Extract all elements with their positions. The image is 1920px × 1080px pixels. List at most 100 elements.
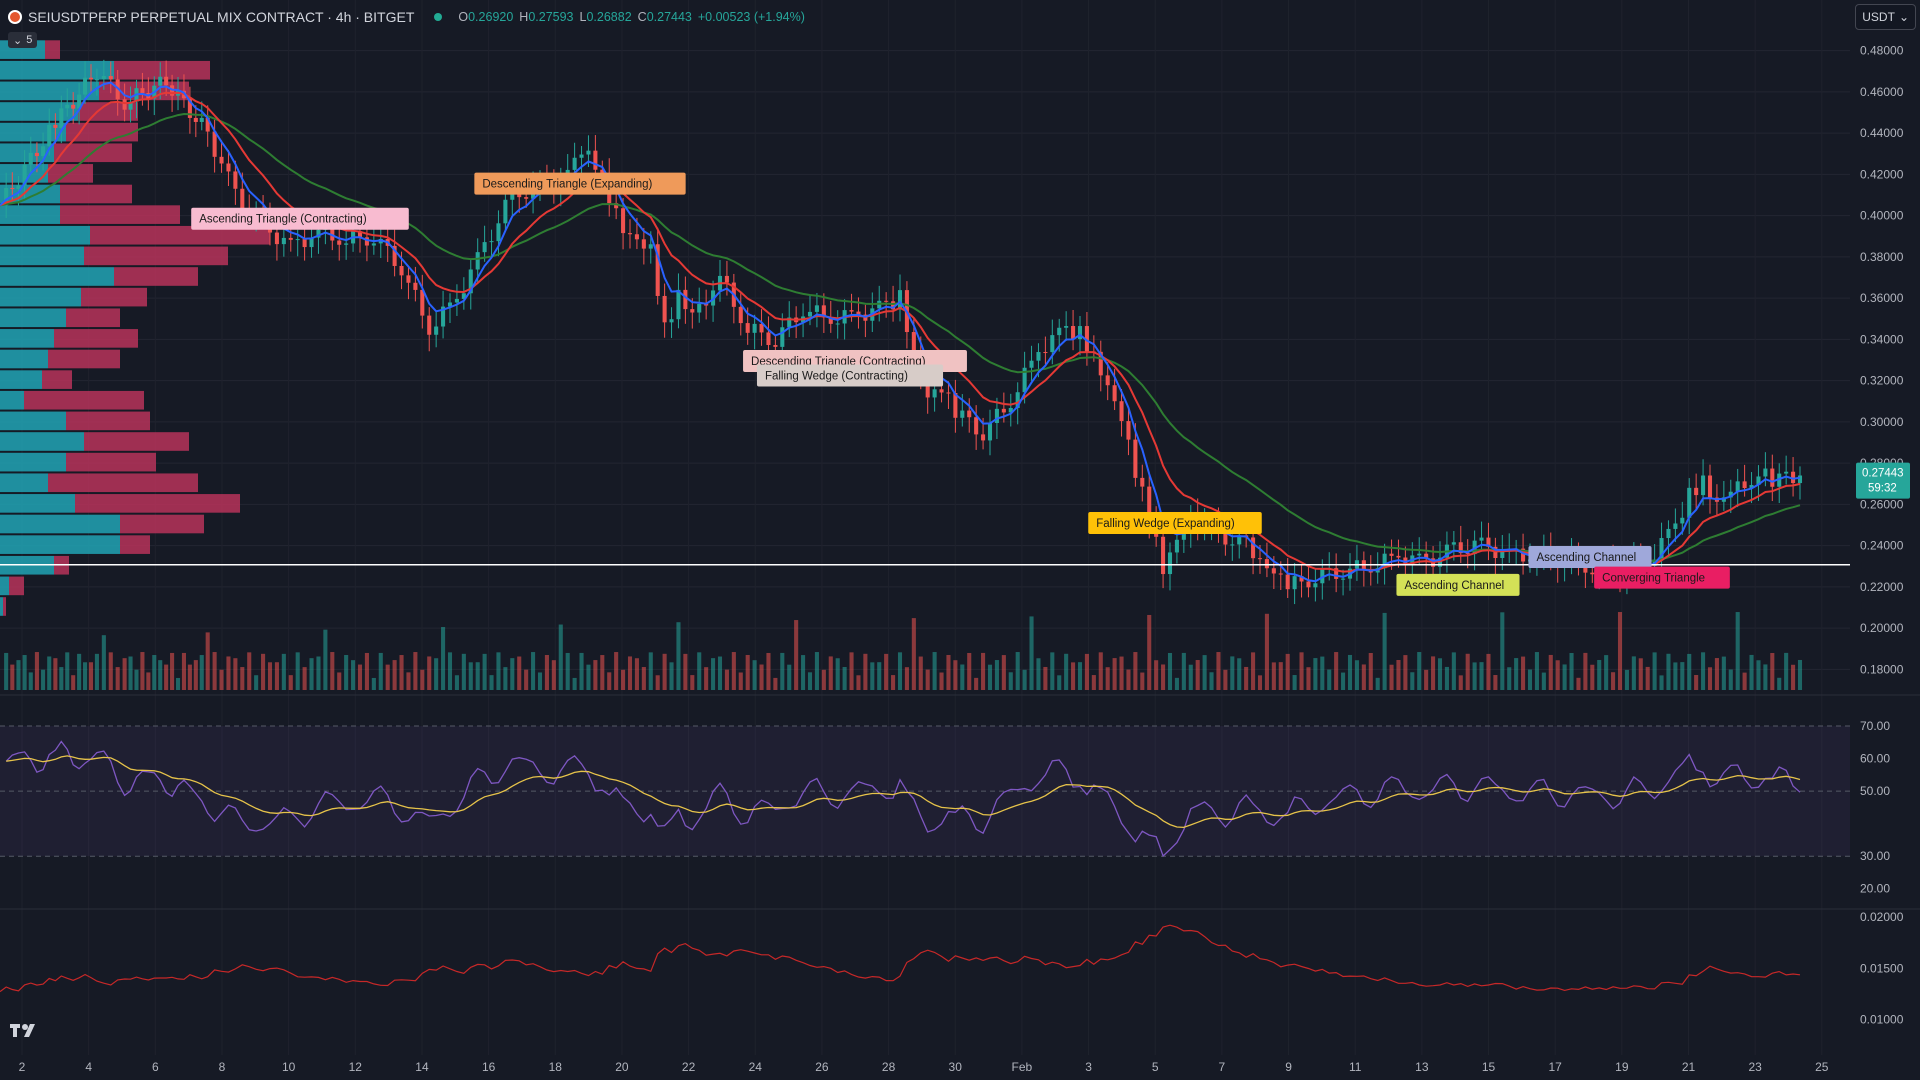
volume-bar xyxy=(181,652,186,690)
indicators-toggle[interactable]: ⌄ 5 xyxy=(8,32,38,48)
bitget-logo-icon xyxy=(8,10,22,24)
time-axis-tick: 23 xyxy=(1748,1060,1762,1074)
candle-body xyxy=(1313,583,1318,588)
volume-bar xyxy=(897,652,903,690)
volume-bar xyxy=(1064,653,1069,690)
currency-selector[interactable]: USDT ⌄ xyxy=(1855,4,1916,30)
candle-body xyxy=(1112,385,1117,402)
volume-bar xyxy=(974,677,979,690)
volume-profile-bar-down xyxy=(120,514,204,534)
pattern-label: Descending Triangle (Expanding) xyxy=(482,179,652,191)
tradingview-logo-icon[interactable] xyxy=(10,1022,44,1038)
candle-body xyxy=(427,315,432,335)
volume-bar xyxy=(1084,653,1089,690)
ema-mid-line xyxy=(0,91,1801,573)
candle-body xyxy=(53,124,58,128)
candle-body xyxy=(71,104,76,109)
volume-bar xyxy=(1472,662,1477,690)
volume-bar xyxy=(88,662,94,690)
volume-profile-bar-up xyxy=(0,205,60,224)
candle-body xyxy=(1292,576,1297,590)
volume-bar xyxy=(1271,662,1276,690)
candle-body xyxy=(337,240,342,245)
volume-bar xyxy=(233,658,238,690)
volume-bar xyxy=(1590,664,1595,690)
time-axis-tick: 18 xyxy=(549,1060,563,1074)
volume-bar xyxy=(1306,667,1311,690)
volume-bar xyxy=(1521,656,1526,690)
last-price-value: 0.27443 xyxy=(1862,468,1904,480)
volume-profile-bar-up xyxy=(0,432,84,451)
volume-bar xyxy=(994,660,999,690)
volume-bar xyxy=(77,653,82,690)
volume-bar xyxy=(1479,662,1484,690)
candle-body xyxy=(274,232,279,245)
volume-bar xyxy=(1112,658,1117,690)
volume-bar xyxy=(794,620,799,690)
candle-body xyxy=(1036,352,1041,361)
candle-body xyxy=(288,237,293,240)
volume-bar xyxy=(1617,612,1623,690)
ohlc-readout: O0.26920 H0.27593 L0.26882 C0.27443 +0.0… xyxy=(458,10,805,24)
candle-body xyxy=(1278,573,1283,575)
candle-body xyxy=(10,187,15,190)
volume-profile-bar-up xyxy=(0,390,24,410)
volume-bar xyxy=(1721,656,1726,690)
volume-bar xyxy=(1735,612,1740,690)
candle-body xyxy=(482,242,487,253)
candle-body xyxy=(295,239,300,241)
volume-bar xyxy=(932,652,937,690)
pattern-label: Ascending Channel xyxy=(1404,580,1504,592)
volume-bar xyxy=(122,658,127,690)
volume-bar xyxy=(199,655,204,690)
time-axis-tick: 26 xyxy=(815,1060,829,1074)
candle-body xyxy=(1763,468,1768,477)
volatility-line xyxy=(0,924,1801,993)
volume-bar xyxy=(1424,669,1429,690)
volume-bar xyxy=(309,658,314,690)
volume-bar xyxy=(1347,654,1353,690)
candle-body xyxy=(83,77,88,95)
volume-bar xyxy=(579,652,584,690)
volume-bar xyxy=(83,662,88,690)
pattern-label: Ascending Triangle (Contracting) xyxy=(199,214,367,226)
live-dot-icon xyxy=(434,13,443,21)
volume-bar xyxy=(1008,672,1013,690)
last-price-countdown: 59:32 xyxy=(1868,483,1897,495)
time-axis-tick: 5 xyxy=(1152,1060,1159,1074)
volume-bar xyxy=(1527,669,1533,690)
candle-body xyxy=(164,76,169,86)
volume-bar xyxy=(517,656,522,690)
volume-bar xyxy=(1098,652,1103,690)
volume-bar xyxy=(655,675,660,690)
volume-bar xyxy=(1770,653,1775,690)
time-axis-tick: 20 xyxy=(615,1060,629,1074)
volume-profile-bar-down xyxy=(42,370,72,389)
candle-body xyxy=(1029,360,1034,368)
candle-body xyxy=(1230,544,1235,546)
volume-bar xyxy=(94,653,99,690)
volume-bar xyxy=(1659,675,1664,690)
candle-body xyxy=(496,223,501,242)
volume-bar xyxy=(1791,664,1796,690)
volume-bar xyxy=(621,669,626,690)
symbol-title[interactable]: SEIUSDTPERP PERPETUAL MIX CONTRACT · 4h … xyxy=(28,9,414,25)
volume-bar xyxy=(1797,659,1803,690)
candle-body xyxy=(967,410,972,418)
volume-bar xyxy=(28,672,33,690)
volume-bar xyxy=(967,652,972,690)
candle-body xyxy=(1251,537,1256,559)
volume-profile-bar-up xyxy=(0,576,9,596)
volume-bar xyxy=(1223,669,1228,690)
volume-bar xyxy=(1050,652,1055,690)
volume-bar xyxy=(1015,652,1020,690)
volume-bar xyxy=(187,664,192,690)
candle-body xyxy=(1701,475,1706,496)
price-chart[interactable]: Ascending Triangle (Contracting) Descendi… xyxy=(0,0,1920,1080)
candle-body xyxy=(1057,327,1062,336)
volume-bar xyxy=(399,655,404,690)
candle-body xyxy=(939,389,944,393)
volume-bar xyxy=(1320,656,1325,690)
volume-bar xyxy=(406,672,411,690)
candle-body xyxy=(489,241,494,243)
